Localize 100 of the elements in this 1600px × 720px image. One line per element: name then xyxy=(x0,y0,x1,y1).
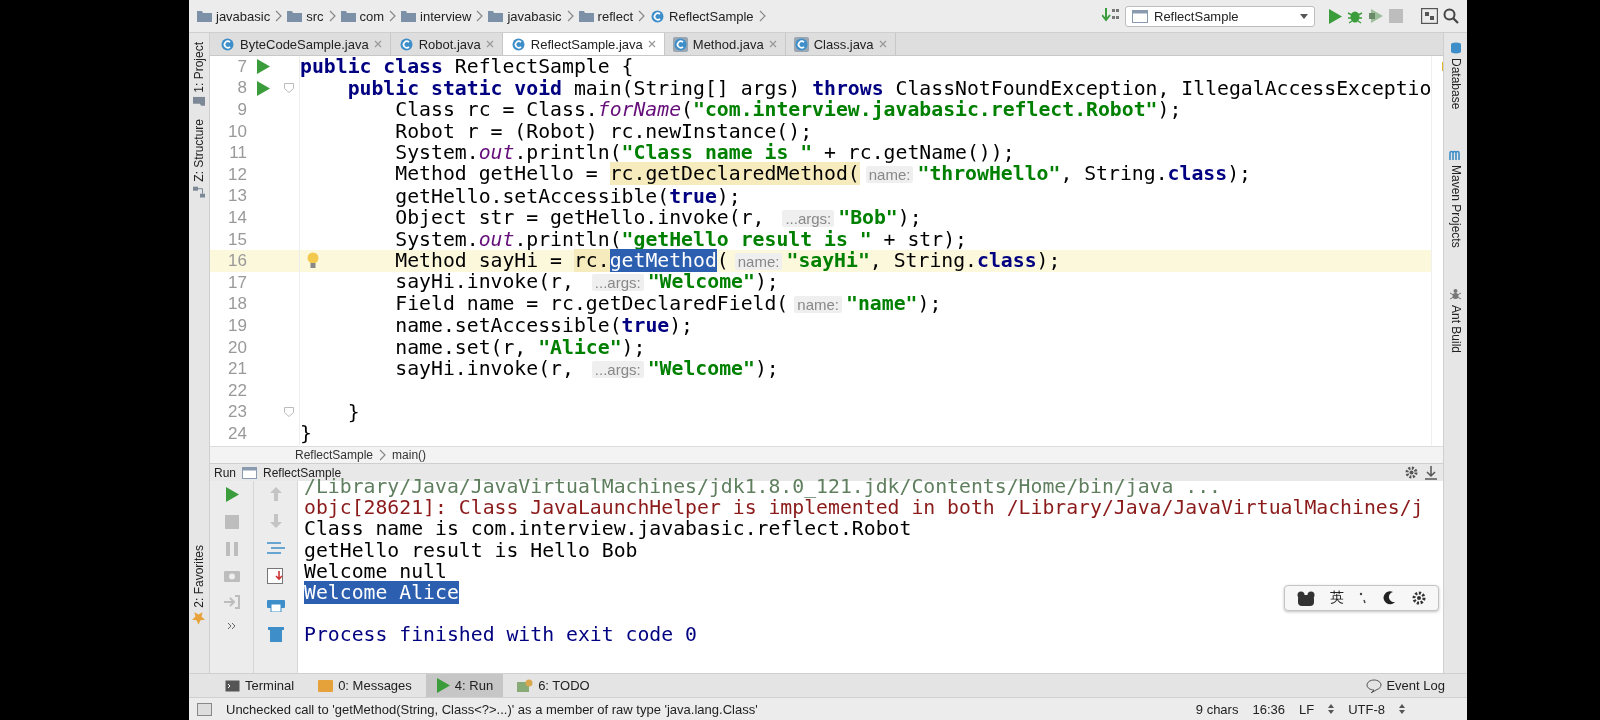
code-line: } xyxy=(300,423,312,445)
up-down-icon[interactable] xyxy=(1399,704,1405,714)
code-line: Method sayHi = rc.getMethod( name: "sayHi", String.class); xyxy=(394,249,1061,273)
line-number: 19 xyxy=(227,315,247,336)
line-number: 12 xyxy=(227,164,247,185)
soft-wrap-icon[interactable] xyxy=(266,541,285,555)
search-icon[interactable] xyxy=(1443,8,1459,24)
settings-icon[interactable] xyxy=(1404,465,1419,480)
line-number: 7 xyxy=(236,56,247,77)
up-down-icon[interactable] xyxy=(1328,704,1335,714)
more-icon[interactable] xyxy=(226,622,237,630)
breadcrumb-item[interactable]: ReflectSample xyxy=(650,8,754,24)
line-number: 23 xyxy=(227,402,247,423)
breadcrumb-item[interactable]: reflect xyxy=(578,8,633,24)
breadcrumb-item[interactable]: main() xyxy=(392,448,427,462)
breadcrumb-item[interactable]: com xyxy=(340,8,385,24)
close-icon[interactable] xyxy=(485,40,494,48)
fold-icon[interactable] xyxy=(284,407,294,418)
chevron-icon xyxy=(328,10,336,22)
hide-icon[interactable] xyxy=(1425,465,1437,480)
tool-window-tab[interactable]: Ant Build xyxy=(1448,285,1463,357)
code-line: public static void main(String[] args) throws ClassNotFoundException, IllegalAccessExceptio xyxy=(347,77,1432,100)
star-icon xyxy=(192,612,206,626)
code-line: public class ReflectSample { xyxy=(300,56,634,78)
tool-window-tab[interactable]: Maven Projects xyxy=(1448,146,1463,252)
tool-window-tab[interactable]: Terminal xyxy=(215,674,305,697)
console-line: getHello result is Hello Bob xyxy=(304,538,638,562)
file-encoding[interactable]: UTF-8 xyxy=(1348,701,1385,717)
trash-icon[interactable] xyxy=(267,625,284,642)
line-number: 11 xyxy=(228,143,247,164)
line-separator[interactable]: LF xyxy=(1299,701,1315,717)
folder-icon xyxy=(578,10,594,22)
run-marker-icon[interactable] xyxy=(256,80,270,96)
settings-icon[interactable] xyxy=(1410,590,1427,606)
tool-window-tab[interactable]: 4: Run xyxy=(425,674,504,697)
fold-icon[interactable] xyxy=(284,83,294,94)
breadcrumb-item[interactable]: javabasic xyxy=(197,8,271,24)
terminal-icon xyxy=(225,679,240,692)
line-number: 18 xyxy=(227,294,247,315)
speech-bubble-icon xyxy=(1366,678,1383,693)
line-number: 8 xyxy=(236,78,247,99)
run-configuration-dropdown[interactable]: ReflectSample xyxy=(1125,5,1315,27)
breadcrumb-item[interactable]: src xyxy=(287,8,324,24)
stop-icon[interactable] xyxy=(224,515,239,529)
structure-icon xyxy=(193,185,205,198)
application-icon xyxy=(242,466,257,479)
build-icon[interactable] xyxy=(1102,8,1120,24)
code-line: Method getHello = rc.getDeclaredMethod( name: "throwHello", String.class); xyxy=(394,163,1251,187)
lightbulb-icon[interactable] xyxy=(307,252,319,270)
ant-icon xyxy=(1449,288,1462,302)
close-icon[interactable] xyxy=(373,40,382,48)
status-message: Unchecked call to 'getMethod(String, Class<?>...)' as a member of raw type 'java.lang.Class' xyxy=(226,701,758,717)
close-icon[interactable] xyxy=(768,40,777,48)
maven-icon xyxy=(1448,149,1463,162)
chevron-icon xyxy=(638,10,645,22)
chevron-icon xyxy=(275,10,283,22)
code-line: Object str = getHello.invoke(r, ...args: "Bob"); xyxy=(394,206,922,230)
class-icon xyxy=(510,36,526,52)
run-icon[interactable] xyxy=(435,678,450,693)
exit-icon[interactable] xyxy=(223,595,240,609)
tool-window-tab[interactable]: 0: Messages xyxy=(308,674,422,697)
tool-window-tab[interactable]: Database xyxy=(1448,39,1463,113)
code-line: System.out.println("getHello result is " + str); xyxy=(394,228,967,251)
editor-tab[interactable]: ReflectSample.java xyxy=(502,33,665,55)
line-number: 17 xyxy=(227,272,247,293)
database-icon xyxy=(1449,42,1462,54)
compiled-class-icon xyxy=(672,36,688,52)
code-line: sayHi.invoke(r, ...args: "Welcome"); xyxy=(394,271,779,295)
event-log-button[interactable]: Event Log xyxy=(1366,678,1445,693)
camera-icon[interactable] xyxy=(223,569,240,582)
paw-icon[interactable] xyxy=(1296,590,1315,606)
panel-toggle-icon[interactable] xyxy=(197,702,212,716)
breadcrumb-item[interactable]: ReflectSample xyxy=(295,448,374,462)
structure-icon[interactable] xyxy=(1421,8,1438,24)
scroll-to-end-icon[interactable] xyxy=(266,568,285,584)
punctuation-icon[interactable] xyxy=(1358,592,1367,604)
breadcrumb-item[interactable]: javabasic xyxy=(488,8,562,24)
folder-icon xyxy=(340,10,356,22)
print-icon[interactable] xyxy=(266,597,285,612)
rerun-icon[interactable] xyxy=(224,487,239,502)
pause-icon[interactable] xyxy=(225,542,238,556)
code-line: Robot r = (Robot) rc.newInstance(); xyxy=(394,120,813,143)
tool-window-tab[interactable]: Z: Structure xyxy=(192,115,206,201)
run-marker-icon[interactable] xyxy=(256,59,270,75)
breadcrumb-item[interactable]: interview xyxy=(401,8,472,24)
tool-window-tab[interactable]: 2: Favorites xyxy=(192,542,206,629)
code-line: sayHi.invoke(r, ...args: "Welcome"); xyxy=(394,357,779,381)
input-mode-toggle[interactable]: 英 xyxy=(1329,589,1344,607)
code-line: getHello.setAccessible(true); xyxy=(394,185,741,208)
selection-info: 9 chars xyxy=(1195,701,1239,717)
run-icon[interactable] xyxy=(1328,8,1342,24)
tool-window-tab[interactable]: 1: Project xyxy=(192,39,206,110)
cursor-position[interactable]: 16:36 xyxy=(1252,701,1285,717)
line-number: 13 xyxy=(227,186,247,207)
moon-icon[interactable] xyxy=(1381,591,1396,605)
coverage-icon[interactable] xyxy=(1368,8,1384,24)
close-icon[interactable] xyxy=(878,40,887,48)
tool-window-tab[interactable]: 6: TODO xyxy=(507,674,600,697)
close-icon[interactable] xyxy=(647,40,656,48)
line-number: 21 xyxy=(227,359,247,380)
